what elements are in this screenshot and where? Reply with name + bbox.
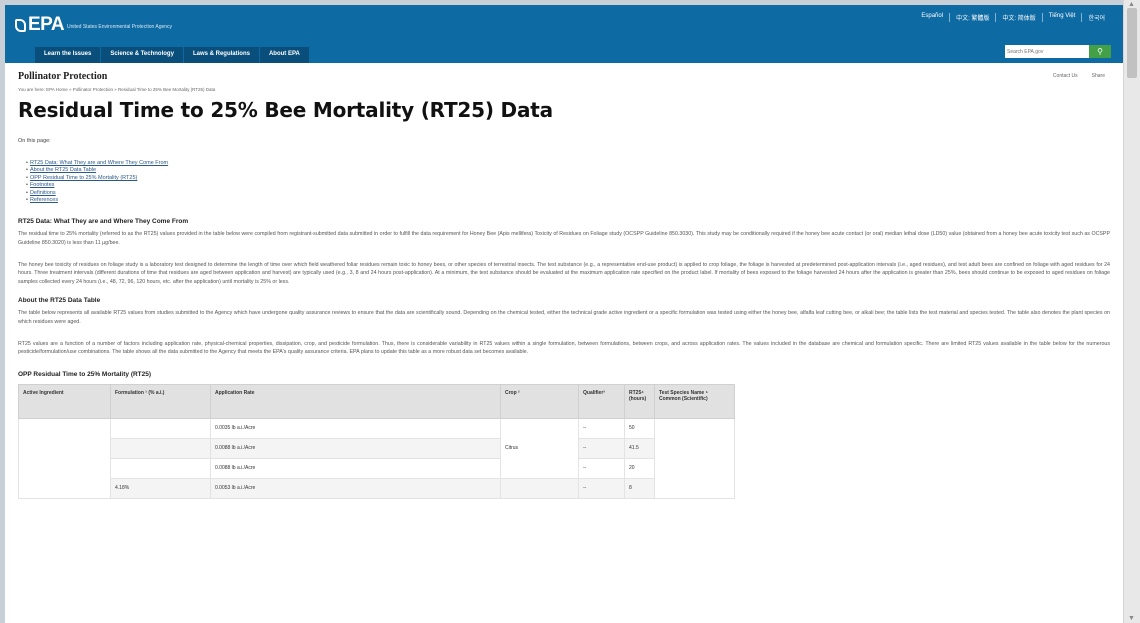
- column-header: Qualifier³: [578, 383, 625, 419]
- column-header: Formulation ¹ (% a.i.): [110, 383, 211, 419]
- paragraph: RT25 values are a function of a number o…: [18, 340, 1110, 356]
- table-cell: [654, 417, 735, 499]
- table-cell: 0.0035 lb a.i./Acre: [210, 417, 501, 439]
- logo-subtitle: United States Environmental Protection A…: [67, 24, 173, 30]
- toc-link[interactable]: OPP Residual Time to 25% Mortality (RT25…: [26, 175, 1110, 182]
- search-input[interactable]: [1005, 45, 1089, 58]
- column-header: RT25⁴ (hours): [624, 383, 655, 419]
- table-cell: --: [578, 437, 625, 459]
- main-nav: Learn the Issues Science & Technology La…: [35, 47, 310, 63]
- section-heading: RT25 Data: What They are and Where They …: [18, 218, 189, 226]
- table-row: 0.0088 lb a.i./Acre -- 20: [19, 457, 735, 479]
- table-cell: --: [578, 417, 625, 439]
- table-cell: 41.5: [624, 437, 655, 459]
- paragraph: The honey bee toxicity of residues on fo…: [18, 261, 1110, 285]
- column-header: Application Rate: [210, 383, 501, 419]
- table-cell: [500, 477, 579, 499]
- table-cell: 8: [624, 477, 655, 499]
- table-row: 0.0035 lb a.i./Acre Citrus -- 50: [18, 417, 735, 499]
- scrollbar-thumb[interactable]: [1127, 8, 1137, 78]
- scroll-up-icon[interactable]: ▲: [1128, 1, 1135, 8]
- on-this-page-label: On this page:: [18, 138, 51, 144]
- table-cell: 50: [624, 417, 655, 439]
- lang-link-zh-hans[interactable]: 中文: 简体版: [995, 13, 1041, 22]
- table-cell: 0.0088 lb a.i./Acre: [210, 437, 501, 459]
- share-link[interactable]: Share: [1092, 73, 1105, 79]
- page-title: Residual Time to 25% Bee Mortality (RT25…: [18, 98, 553, 122]
- table-row: 0.0088 lb a.i./Acre -- 41.5: [19, 437, 735, 459]
- table-cell: 4.18%: [110, 477, 211, 499]
- lang-link-vi[interactable]: Tiếng Việt: [1041, 13, 1082, 22]
- section-heading: About the RT25 Data Table: [18, 297, 101, 305]
- table-cell: [18, 417, 111, 499]
- scroll-down-icon[interactable]: ▼: [1128, 615, 1135, 622]
- toc-link[interactable]: References: [26, 197, 1110, 204]
- paragraph: The residual time to 25% mortality (refe…: [18, 231, 1110, 246]
- page-tools: Contact Us Share: [1053, 73, 1105, 79]
- section-name[interactable]: Pollinator Protection: [18, 71, 1110, 82]
- rt25-data-table: Active Ingredient Formulation ¹ (% a.i.)…: [18, 383, 735, 499]
- lang-link-ko[interactable]: 한국어: [1081, 13, 1111, 22]
- main-content: Pollinator Protection You are here: EPA …: [5, 71, 1123, 499]
- epa-seal-icon: [15, 18, 26, 32]
- table-row: 4.18% 0.0053 lb a.i./Acre -- 8: [19, 477, 735, 499]
- table-cell: 0.0053 lb a.i./Acre: [210, 477, 501, 499]
- nav-laws-regulations[interactable]: Laws & Regulations: [183, 47, 259, 63]
- search-button[interactable]: ⚲: [1089, 45, 1111, 58]
- column-header: Crop ²: [500, 383, 579, 419]
- table-caption: OPP Residual Time to 25% Mortality (RT25…: [18, 370, 152, 378]
- nav-about-epa[interactable]: About EPA: [259, 47, 309, 63]
- toc-link[interactable]: Definitions: [26, 190, 1110, 197]
- table-cell: 20: [624, 457, 655, 479]
- toc-link[interactable]: RT25 Data: What They are and Where They …: [26, 160, 1110, 167]
- contact-us-link[interactable]: Contact Us: [1053, 73, 1078, 79]
- vertical-scrollbar[interactable]: ▲ ▼: [1123, 0, 1140, 623]
- browser-viewport: EPA United States Environmental Protecti…: [5, 5, 1123, 623]
- table-cell: [110, 457, 211, 479]
- nav-learn-issues[interactable]: Learn the Issues: [35, 47, 101, 63]
- column-header: Test Species Name ⁵ Common (Scientific): [654, 383, 735, 419]
- logo-text: EPA: [28, 14, 65, 35]
- table-cell: [110, 417, 211, 439]
- lang-link-es[interactable]: Español: [915, 13, 949, 22]
- site-search: ⚲: [1005, 45, 1111, 58]
- table-cell: --: [578, 457, 625, 479]
- lang-link-zh-hant[interactable]: 中文: 繁體版: [949, 13, 995, 22]
- toc-link[interactable]: Footnotes: [26, 182, 1110, 189]
- table-of-contents: RT25 Data: What They are and Where They …: [26, 160, 1110, 204]
- column-header: Active Ingredient: [18, 383, 111, 419]
- table-cell: --: [578, 477, 625, 499]
- nav-science-technology[interactable]: Science & Technology: [101, 47, 183, 63]
- language-links: Español 中文: 繁體版 中文: 简体版 Tiếng Việt 한국어: [915, 13, 1111, 22]
- paragraph: The table below represents all available…: [18, 310, 1110, 325]
- toc-link[interactable]: About the RT25 Data Table: [26, 167, 1110, 174]
- breadcrumb: You are here: EPA Home » Pollinator Prot…: [18, 87, 216, 92]
- site-header: EPA United States Environmental Protecti…: [5, 5, 1123, 63]
- table-cell: Citrus: [500, 417, 579, 479]
- epa-logo[interactable]: EPA: [15, 14, 65, 36]
- table-cell: [110, 437, 211, 459]
- table-cell: 0.0088 lb a.i./Acre: [210, 457, 501, 479]
